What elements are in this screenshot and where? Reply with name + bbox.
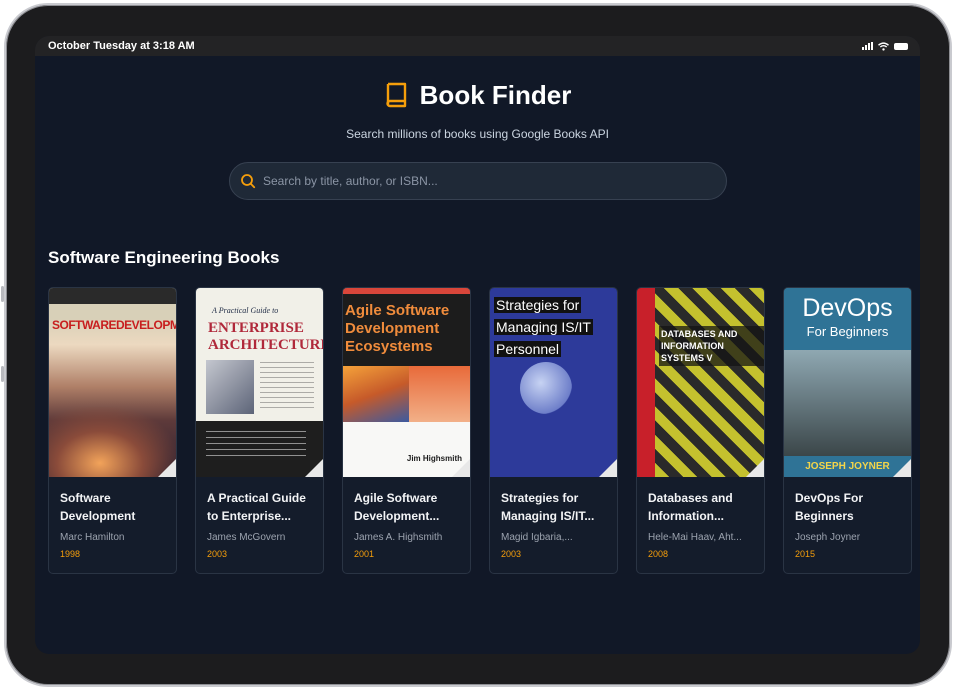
cover-text: ENTERPRISE ARCHITECTURE [208,320,323,353]
book-card-list: SOFTWAREDEVELOPMENT Software Development… [48,287,912,574]
book-info: Software Development Marc Hamilton 1998 [49,477,176,559]
cover-text: A Practical Guide to [212,306,279,315]
app-subtitle: Search millions of books using Google Bo… [346,127,609,141]
book-info: Agile Software Development... James A. H… [343,477,470,559]
search-bar[interactable] [229,162,727,200]
book-info: Strategies for Managing IS/IT... Magid I… [490,477,617,559]
book-info: A Practical Guide to Enterprise... James… [196,477,323,559]
cover-text: JOSEPH JOYNER [784,456,911,477]
title-row: Book Finder [35,80,920,111]
book-author: Marc Hamilton [60,532,125,543]
status-datetime: October Tuesday at 3:18 AM [48,40,195,52]
app-header: Book Finder Search millions of books usi… [35,80,920,141]
page-curl-icon [746,459,764,477]
page-curl-icon [452,459,470,477]
cover-text: DevOps [802,294,893,322]
book-title: DevOps For Beginners [795,491,864,523]
book-cover: DATABASES AND INFORMATION SYSTEMS V [637,288,764,477]
cover-text: For Beginners [806,324,889,339]
cover-text: Agile Software Development Ecosystems [345,302,450,355]
book-author: Hele-Mai Haav, Aht... [648,532,742,543]
book-year: 2003 [501,549,522,559]
book-year: 2003 [207,549,228,559]
cover-text: SOFTWAREDEVELOPMENT [52,318,176,332]
search-input[interactable] [263,174,726,188]
cellular-signal-icon [862,42,873,50]
book-year: 2008 [648,549,669,559]
book-title: Strategies for Managing IS/IT... [501,491,595,523]
book-title: A Practical Guide to Enterprise... [207,491,306,523]
book-year: 2001 [354,549,375,559]
book-author: James McGovern [207,532,286,543]
book-author: James A. Highsmith [354,532,443,543]
section-title: Software Engineering Books [48,248,280,267]
page-curl-icon [158,459,176,477]
page-curl-icon [893,459,911,477]
book-card[interactable]: DATABASES AND INFORMATION SYSTEMS V Data… [636,287,765,574]
book-card[interactable]: DevOps For Beginners JOSEPH JOYNER DevOp… [783,287,912,574]
book-title: Agile Software Development... [354,491,440,523]
app-screen: October Tuesday at 3:18 AM Book Finder S… [35,36,920,654]
book-cover: DevOps For Beginners JOSEPH JOYNER [784,288,911,477]
book-author: Joseph Joyner [795,532,861,543]
book-year: 2015 [795,549,816,559]
book-card[interactable]: A Practical Guide to ENTERPRISE ARCHITEC… [195,287,324,574]
book-card[interactable]: Strategies for Managing IS/IT Personnel … [489,287,618,574]
book-title: Software Development [60,491,136,523]
book-icon [385,82,406,107]
volume-down-button [1,366,4,382]
page-curl-icon [305,459,323,477]
cover-text: DATABASES AND INFORMATION SYSTEMS V [659,326,764,366]
book-cover: Strategies for Managing IS/IT Personnel [490,288,617,477]
wifi-icon [878,41,889,51]
search-icon [241,174,256,189]
book-cover: Agile Software Development Ecosystems Ji… [343,288,470,477]
book-card[interactable]: Agile Software Development Ecosystems Ji… [342,287,471,574]
book-cover: A Practical Guide to ENTERPRISE ARCHITEC… [196,288,323,477]
book-title: Databases and Information... [648,491,733,523]
book-info: DevOps For Beginners Joseph Joyner 2015 [784,477,911,559]
book-info: Databases and Information... Hele-Mai Ha… [637,477,764,559]
cover-text: Strategies for Managing IS/IT Personnel [494,297,593,357]
book-year: 1998 [60,549,81,559]
status-bar: October Tuesday at 3:18 AM [35,36,920,56]
page-curl-icon [599,459,617,477]
status-icons [862,41,908,51]
book-cover: SOFTWAREDEVELOPMENT [49,288,176,477]
book-card[interactable]: SOFTWAREDEVELOPMENT Software Development… [48,287,177,574]
volume-up-button [1,286,4,302]
app-title: Book Finder [419,80,572,110]
book-author: Magid Igbaria,... [501,532,573,543]
battery-icon [894,42,908,50]
